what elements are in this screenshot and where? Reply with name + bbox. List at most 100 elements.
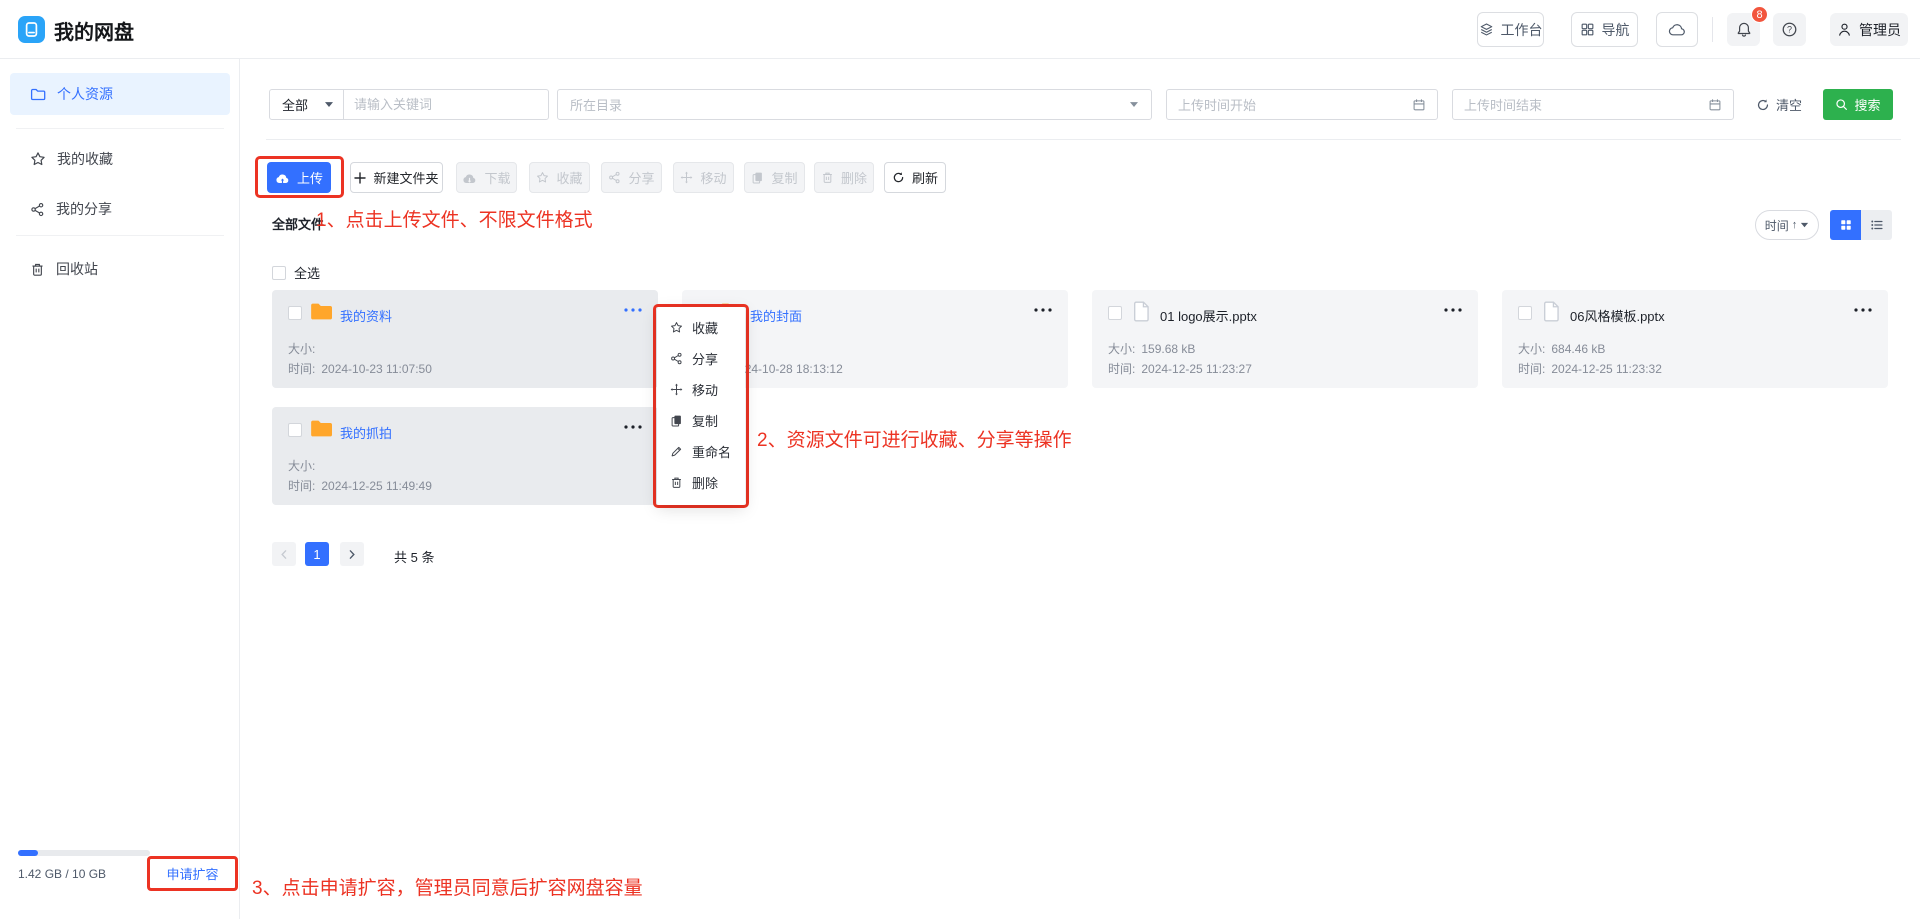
admin-label: 管理员 [1859,20,1901,40]
pagination-total: 共 5 条 [394,547,434,566]
sort-label: 时间 [1765,217,1789,234]
file-name[interactable]: 我的资料 [340,306,392,325]
pagination-prev-button[interactable] [272,542,296,566]
share-label: 分享 [628,168,654,187]
share-icon [30,202,45,217]
app-window: 我的网盘 工作台 导航 8 ? 管理员 个人资源 [0,0,1920,919]
bell-icon [1736,21,1752,38]
caret-down-icon [1129,101,1139,108]
refresh-button[interactable]: 刷新 [884,162,946,193]
time-label: 时间: [288,479,315,493]
menu-item-share[interactable]: 分享 [657,343,745,374]
cloud-button[interactable] [1656,12,1698,47]
file-card[interactable]: 06风格模板.pptx 大小:684.46 kB 时间:2024-12-25 1… [1502,290,1888,388]
share-button[interactable]: 分享 [601,162,662,193]
menu-item-move[interactable]: 移动 [657,374,745,405]
list-view-button[interactable] [1861,210,1892,240]
favorite-button[interactable]: 收藏 [529,162,590,193]
card-checkbox[interactable] [288,423,302,437]
size-label: 大小: [288,342,315,356]
file-card[interactable]: 01 logo展示.pptx 大小:159.68 kB 时间:2024-12-2… [1092,290,1478,388]
trash-icon [670,476,683,489]
nav-label: 导航 [1602,20,1630,40]
delete-label: 删除 [841,168,867,187]
file-name[interactable]: 我的抓拍 [340,423,392,442]
view-toggle [1830,210,1892,240]
more-actions-icon[interactable] [624,308,642,312]
time-label: 时间: [1108,362,1135,376]
menu-item-favorite[interactable]: 收藏 [657,312,745,343]
star-icon [30,151,46,167]
help-button[interactable]: ? [1773,13,1806,46]
directory-placeholder: 所在目录 [570,95,622,114]
menu-item-copy[interactable]: 复制 [657,405,745,436]
nav-button[interactable]: 导航 [1571,12,1638,47]
date-start-picker[interactable]: 上传时间开始 [1166,89,1438,120]
file-card[interactable]: 我的抓拍 大小: 时间:2024-12-25 11:49:49 [272,407,658,505]
sidebar-item-label: 回收站 [56,259,98,279]
sidebar-item-shares[interactable]: 我的分享 [10,189,230,229]
copy-label: 复制 [771,168,797,187]
move-button[interactable]: 移动 [673,162,734,193]
sidebar-item-label: 个人资源 [57,84,113,104]
calendar-icon [1412,98,1426,112]
keyword-input[interactable] [344,90,548,119]
list-view-icon [1870,218,1884,232]
time-label: 时间: [1518,362,1545,376]
sidebar-item-favorites[interactable]: 我的收藏 [10,139,230,179]
directory-select[interactable]: 所在目录 [557,89,1152,120]
new-folder-button[interactable]: 新建文件夹 [350,162,443,193]
time-value: 2024-10-23 11:07:50 [321,362,432,376]
menu-item-label: 复制 [692,411,718,430]
upload-button[interactable]: 上传 [267,162,331,193]
more-actions-icon[interactable] [1034,308,1052,312]
clear-button[interactable]: 清空 [1756,95,1802,114]
more-actions-icon[interactable] [624,425,642,429]
star-icon [670,321,683,334]
date-end-picker[interactable]: 上传时间结束 [1452,89,1734,120]
annotation-step2: 2、资源文件可进行收藏、分享等操作 [757,425,1072,452]
workbench-button[interactable]: 工作台 [1477,12,1544,47]
menu-item-label: 收藏 [692,318,718,337]
card-checkbox[interactable] [288,306,302,320]
context-menu: 收藏 分享 移动 复制 重命名 删除 [657,307,745,505]
file-card[interactable]: 我的资料 大小: 时间: 2024-10-23 11:07:50 [272,290,658,388]
notification-badge: 8 [1751,6,1768,23]
select-all-checkbox[interactable] [272,266,286,280]
download-button[interactable]: 下载 [456,162,517,193]
trash-icon [821,171,834,184]
card-checkbox[interactable] [1108,306,1122,320]
menu-item-rename[interactable]: 重命名 [657,436,745,467]
section-divider [266,139,1901,140]
sidebar: 个人资源 我的收藏 我的分享 回收站 1.42 GB / 10 GB 申请扩容 [0,59,240,919]
delete-button[interactable]: 删除 [814,162,874,193]
time-label: 时间: [288,362,315,376]
search-type-select[interactable]: 全部 [270,90,344,119]
search-button[interactable]: 搜索 [1823,89,1893,120]
copy-button[interactable]: 复制 [744,162,805,193]
pagination-next-button[interactable] [340,542,364,566]
card-checkbox[interactable] [1518,306,1532,320]
grid-view-button[interactable] [1830,210,1861,240]
page-title: 我的网盘 [54,16,134,45]
request-expand-link[interactable]: 申请扩容 [166,864,218,883]
sidebar-divider [16,128,224,129]
file-name[interactable]: 06风格模板.pptx [1570,306,1665,325]
notifications-button[interactable]: 8 [1727,13,1760,46]
more-actions-icon[interactable] [1854,308,1872,312]
pagination-page-1[interactable]: 1 [305,542,329,566]
admin-user-button[interactable]: 管理员 [1830,13,1908,46]
sidebar-item-personal-resources[interactable]: 个人资源 [10,73,230,115]
file-name[interactable]: 我的封面 [750,306,802,325]
sort-select[interactable]: 时间 ↑ [1755,210,1819,240]
question-icon: ? [1781,21,1798,38]
more-actions-icon[interactable] [1444,308,1462,312]
menu-item-delete[interactable]: 删除 [657,467,745,498]
folder-open-icon [30,87,46,101]
upload-cloud-icon [275,172,290,184]
star-icon [536,171,549,184]
file-name[interactable]: 01 logo展示.pptx [1160,306,1257,325]
search-icon [1835,98,1848,111]
select-all-label: 全选 [294,263,320,282]
sidebar-item-recycle-bin[interactable]: 回收站 [10,249,230,289]
